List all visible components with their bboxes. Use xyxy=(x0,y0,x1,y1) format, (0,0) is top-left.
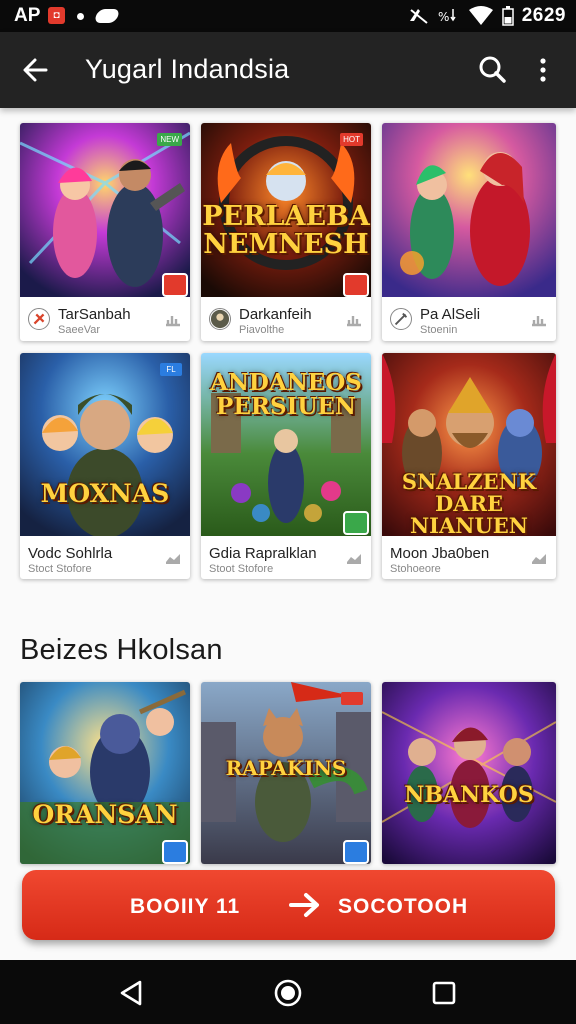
game-title: Gdia Rapralklan xyxy=(209,545,317,562)
chart-icon xyxy=(166,554,180,564)
card-tag: HOT xyxy=(340,133,363,146)
nav-home-icon[interactable] xyxy=(272,977,304,1009)
game-card-8[interactable]: RAPAKINS xyxy=(201,682,371,864)
game-card-1[interactable]: NEW TarSanbah SaeeVar xyxy=(20,123,190,341)
game-badge-icon xyxy=(343,511,369,535)
section-title: Beizes Hkolsan xyxy=(20,634,223,666)
cloud-icon xyxy=(93,9,121,23)
game-subtitle: SaeeVar xyxy=(58,324,100,336)
card-info: Gdia Rapralklan Stoot Stofore xyxy=(201,536,371,579)
game-card-4[interactable]: MOXNAS FL Vodc Sohlrla Stoct Stofore xyxy=(20,353,190,579)
card-info: Pa AlSeli Stoenin xyxy=(382,297,556,341)
card-info: Darkanfeih Piavolthe xyxy=(201,297,371,341)
game-title: Darkanfeih xyxy=(239,306,312,323)
game-card-7[interactable]: ORANSAN xyxy=(20,682,190,864)
chart-icon xyxy=(532,554,546,564)
game-subtitle: Stoenin xyxy=(420,324,458,336)
game-card-5[interactable]: ANDANEOS PERSIUEN Gdia Rapralklan Stoot … xyxy=(201,353,371,579)
card-tag: NEW xyxy=(157,133,182,146)
status-bar: AP ◘ % 2629 xyxy=(0,0,576,32)
card-tag xyxy=(341,692,363,705)
sword-icon xyxy=(390,308,412,330)
game-subtitle: Piavolthe xyxy=(239,324,285,336)
game-title: Moon Jba0ben xyxy=(390,545,490,562)
cta-left-label: BOOIIY 11 xyxy=(130,895,241,918)
notification-app-icon: ◘ xyxy=(48,7,65,24)
search-icon[interactable] xyxy=(474,52,510,88)
card-info: TarSanbah SaeeVar xyxy=(20,297,190,341)
game-badge-icon xyxy=(343,273,369,297)
game-title: Pa AlSeli xyxy=(420,306,481,323)
game-card-2[interactable]: PERLAEBA NEMNESH HOT Darkanfeih Piavolth… xyxy=(201,123,371,341)
game-art xyxy=(382,682,556,864)
nav-back-icon[interactable] xyxy=(116,978,146,1008)
game-subtitle: Stoot Stofore xyxy=(209,563,274,575)
game-badge-icon xyxy=(162,273,188,297)
game-art xyxy=(20,682,190,864)
data-icon: % xyxy=(438,9,456,24)
game-logo-text: MOXNAS xyxy=(40,479,170,508)
game-logo-text: PERLAEBA NEMNESH xyxy=(202,201,370,261)
game-subtitle: Stohoeore xyxy=(390,563,441,575)
game-card-6[interactable]: SNALZENK DARE NIANUEN Moon Jba0ben Stoho… xyxy=(382,353,556,579)
game-title: Vodc Sohlrla xyxy=(28,545,113,562)
game-logo-text: RAPAKINS xyxy=(225,756,347,780)
game-badge-icon xyxy=(162,840,188,864)
game-logo-text: SNALZENK DARE NIANUEN xyxy=(401,469,537,539)
crosshair-icon xyxy=(28,308,50,330)
avatar-icon xyxy=(209,308,231,330)
game-logo-text: ANDANEOS PERSIUEN xyxy=(210,369,362,421)
game-art xyxy=(20,353,190,536)
game-art xyxy=(382,123,556,297)
wifi-icon xyxy=(468,6,493,25)
chart-icon xyxy=(347,316,361,327)
status-app-label: AP xyxy=(14,5,41,26)
game-card-9[interactable]: NBANKOS xyxy=(382,682,556,864)
arrow-right-icon xyxy=(289,893,319,917)
mute-icon xyxy=(409,9,428,24)
game-logo-text: ORANSAN xyxy=(32,800,178,829)
nav-recent-apps-icon[interactable] xyxy=(430,979,458,1007)
page-title: Yugarl Indandsia xyxy=(85,54,290,84)
battery-icon xyxy=(501,6,514,26)
game-logo-text: NBANKOS xyxy=(404,782,534,808)
cta-right-label: SOCOTOOH xyxy=(338,895,469,918)
game-badge-icon xyxy=(343,840,369,864)
system-nav-bar xyxy=(0,960,576,1024)
game-title: TarSanbah xyxy=(58,306,131,323)
more-options-icon[interactable] xyxy=(528,52,558,88)
chart-icon xyxy=(166,316,180,327)
status-indicators: % 2629 xyxy=(408,5,566,27)
game-subtitle: Stoct Stofore xyxy=(28,563,92,575)
game-art xyxy=(20,123,190,297)
primary-action-button[interactable]: BOOIIY 11 SOCOTOOH xyxy=(22,870,555,940)
notification-dot-icon xyxy=(77,13,84,20)
app-bar: Yugarl Indandsia xyxy=(0,32,576,108)
svg-text:%: % xyxy=(438,10,449,24)
card-info: Moon Jba0ben Stohoeore xyxy=(382,536,556,579)
chart-icon xyxy=(347,554,361,564)
card-tag: FL xyxy=(160,363,182,376)
card-info: Vodc Sohlrla Stoct Stofore xyxy=(20,536,190,579)
back-arrow-icon[interactable] xyxy=(18,52,54,88)
chart-icon xyxy=(532,316,546,327)
status-time: 2629 xyxy=(521,5,566,26)
game-card-3[interactable]: Pa AlSeli Stoenin xyxy=(382,123,556,341)
